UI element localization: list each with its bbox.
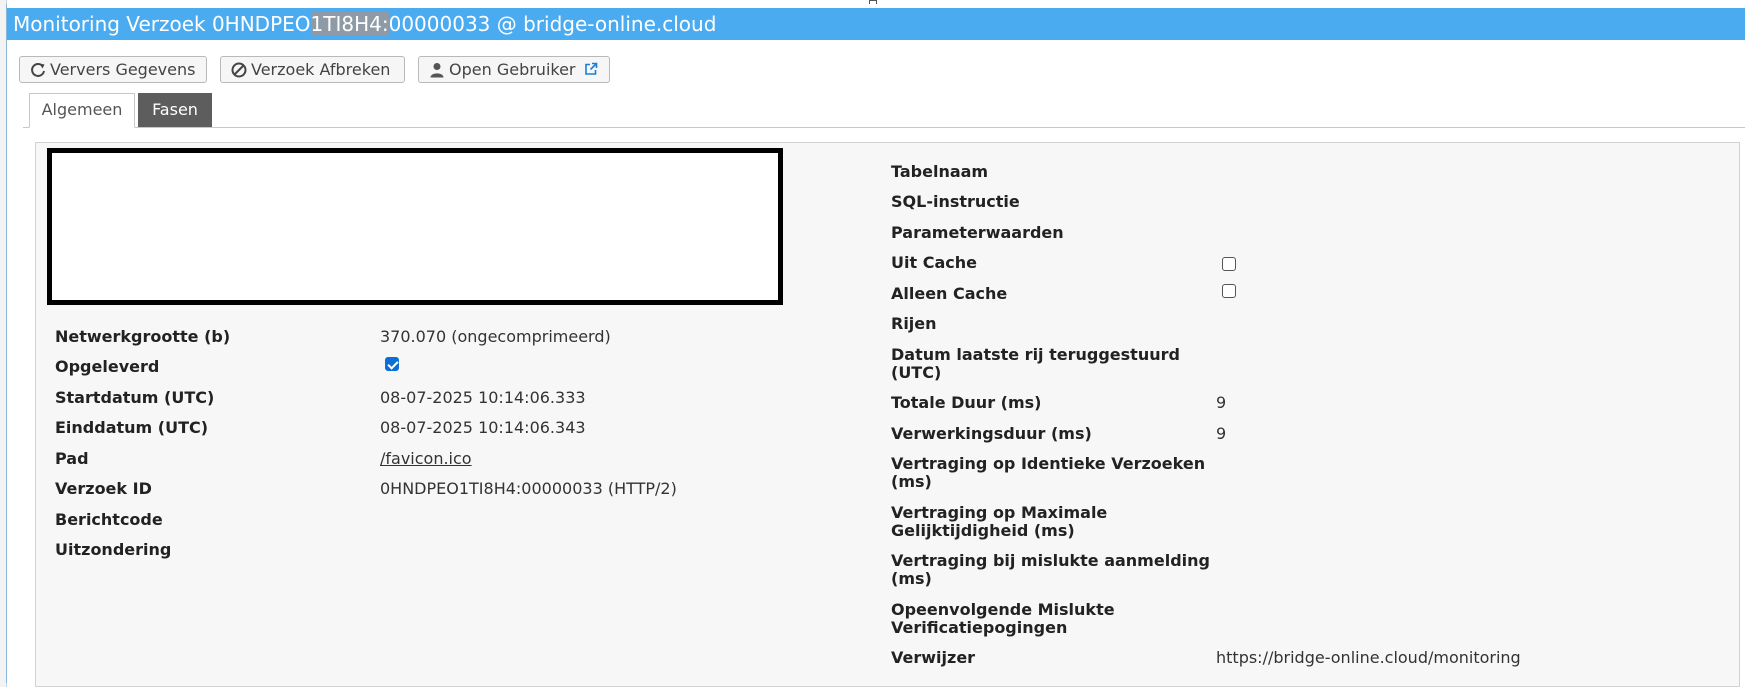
start-date-label: Startdatum (UTC) [55, 388, 215, 407]
only-cache-label: Alleen Cache [891, 284, 1008, 303]
tab-phases[interactable]: Fasen [138, 93, 212, 127]
identical-delay-label-line2: (ms) [891, 472, 932, 491]
last-row-date-label-line2: (UTC) [891, 363, 942, 382]
from-cache-label: Uit Cache [891, 253, 977, 272]
rows-label: Rijen [891, 314, 937, 333]
network-size-value: 370.070 (ongecomprimeerd) [380, 327, 611, 346]
end-date-label: Einddatum (UTC) [55, 418, 209, 437]
failed-login-delay-label-line1: Vertraging bij mislukte aanmelding [891, 551, 1210, 570]
refresh-data-label: Ververs Gegevens [50, 60, 196, 79]
parameter-values-label: Parameterwaarden [891, 223, 1064, 242]
title-selected-text: 1TI8H4: [310, 12, 389, 36]
delivered-label: Opgeleverd [55, 357, 160, 376]
tab-strip: Algemeen Fasen [23, 93, 1745, 128]
title-suffix: 00000033 @ bridge-online.cloud [388, 12, 717, 36]
failed-verification-label-line2: Verificatiepogingen [891, 618, 1068, 637]
open-user-button[interactable]: Open Gebruiker [418, 56, 610, 83]
max-concurrency-label-line1: Vertraging op Maximale [891, 503, 1108, 522]
path-label: Pad [55, 449, 89, 468]
only-cache-checkbox[interactable] [1222, 284, 1236, 298]
end-date-value: 08-07-2025 10:14:06.343 [380, 418, 586, 437]
open-user-label: Open Gebruiker [449, 60, 576, 79]
dialog-titlebar[interactable]: Monitoring Verzoek 0HNDPEO1TI8H4:0000003… [7, 8, 1745, 40]
start-date-value: 08-07-2025 10:14:06.333 [380, 388, 586, 407]
ban-icon [231, 62, 247, 78]
failed-verification-label-line1: Opeenvolgende Mislukte [891, 600, 1115, 619]
processing-duration-label: Verwerkingsduur (ms) [891, 424, 1092, 443]
max-concurrency-label-line2: Gelijktijdigheid (ms) [891, 521, 1075, 540]
refresh-icon [31, 62, 45, 77]
table-name-label: Tabelnaam [891, 162, 989, 181]
last-row-date-label-line1: Datum laatste rij teruggestuurd [891, 345, 1180, 364]
user-icon [430, 63, 444, 78]
total-duration-label: Totale Duur (ms) [891, 393, 1042, 412]
total-duration-value: 9 [1216, 393, 1227, 412]
external-link-icon [585, 62, 598, 75]
title-prefix: Monitoring Verzoek 0HNDPEO [13, 12, 311, 36]
network-size-label: Netwerkgrootte (b) [55, 327, 231, 346]
referrer-value: https://bridge-online.cloud/monitoring [1216, 648, 1521, 667]
request-id-value: 0HNDPEO1TI8H4:00000033 (HTTP/2) [380, 479, 677, 498]
failed-login-delay-label-line2: (ms) [891, 569, 932, 588]
delivered-checkbox[interactable] [385, 357, 399, 371]
abort-request-button[interactable]: Verzoek Afbreken [220, 56, 405, 83]
path-value: /favicon.ico [380, 450, 472, 468]
message-code-label: Berichtcode [55, 510, 163, 529]
path-link[interactable]: /favicon.ico [380, 449, 472, 468]
request-id-label: Verzoek ID [55, 479, 152, 498]
processing-duration-value: 9 [1216, 424, 1227, 443]
identical-delay-label-line1: Vertraging op Identieke Verzoeken [891, 454, 1206, 473]
from-cache-checkbox[interactable] [1222, 257, 1236, 271]
refresh-data-button[interactable]: Ververs Gegevens [19, 56, 207, 83]
sql-statement-label: SQL-instructie [891, 192, 1020, 211]
tab-general[interactable]: Algemeen [29, 93, 135, 128]
abort-request-label: Verzoek Afbreken [251, 60, 391, 79]
redaction-box [47, 148, 783, 305]
referrer-label: Verwijzer [891, 648, 976, 667]
exception-label: Uitzondering [55, 540, 172, 559]
